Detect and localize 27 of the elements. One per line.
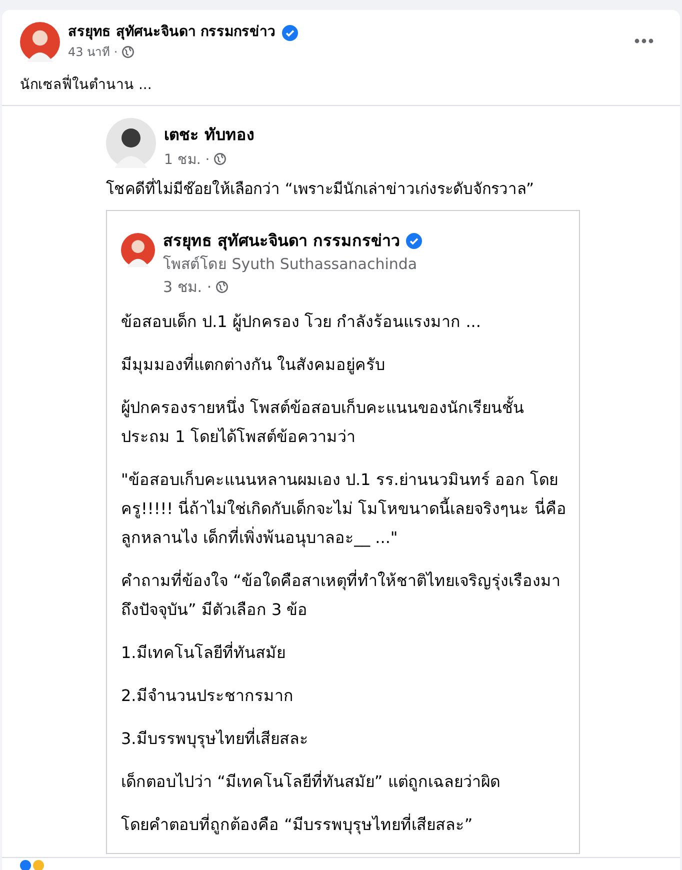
globe-icon [216, 281, 228, 293]
avatar [20, 22, 60, 62]
post-time[interactable]: 43 นาที · [68, 42, 118, 61]
author-name[interactable]: เตชะ ทับทอง [164, 122, 255, 148]
paragraph: เด็กตอบไปว่า “มีเทคโนโลยีที่ทันสมัย” แต่ถูกเฉลยว่าผิด [121, 770, 501, 794]
paragraph: โดยคำตอบที่ถูกต้องคือ “มีบรรพบุรุษไทยที่เสียสละ” [121, 812, 474, 836]
post-time[interactable]: 3 ชม. · [163, 275, 212, 299]
paragraph: มีมุมมองที่แตกต่างกัน ในสังคมอยู่ครับ [121, 352, 386, 376]
paragraph: 3.มีบรรพบุรุษไทยที่เสียสละ [121, 726, 310, 750]
avatar [106, 118, 156, 168]
paragraph: "ข้อสอบเก็บคะแนนหลานผมเอง ป.1 รร.ย่านนวมินทร์ ออก โดยครู!!!!! นี่ถ้าไม่ใช่เกิดกับเด็กจะไม่ โมโหขนาดนี้เลยจริงๆนะ นี่คือลูกหลานไง เด็กที่เพิ่งพ้นอนุบาลอะ__ ..." [121, 469, 568, 550]
author-name[interactable]: สรยุทธ สุทัศนะจินดา กรรมกรข่าว [163, 229, 400, 253]
like-reaction-icon [20, 860, 31, 870]
paragraph: คำถามที่ข้องใจ “ข้อใดคือสาเหตุที่ทำให้ชาติไทยเจริญรุ่งเรืองมาถึงปัจจุบัน” มีตัวเลือก 3 ข้อ [121, 568, 562, 622]
paragraph: ผู้ปกครองรายหนึ่ง โพสต์ข้อสอบเก็บคะแนนของนักเรียนชั้นประถม 1 โดยได้โพสต์ข้อความว่า [121, 395, 526, 448]
more-options-icon [634, 38, 654, 44]
globe-icon [214, 153, 226, 165]
globe-icon [122, 46, 134, 58]
post-time[interactable]: 1 ชม. · [164, 148, 210, 170]
avatar [121, 233, 155, 267]
paragraph: ข้อสอบเด็ก ป.1 ผู้ปกครอง โวย กำลังร้อนแรงมาก ... [121, 311, 482, 334]
paragraph: 1.มีเทคโนโลยีที่ทันสมัย [121, 640, 286, 664]
smile-reaction-icon [33, 860, 44, 870]
posted-by-text: โพสต์โดย Syuth Suthassanachinda [163, 254, 418, 275]
paragraph: 2.มีจำนวนประชากรมาก [121, 685, 294, 707]
post-text: โชคดีที่ไม่มีช๊อยให้เลือกว่า “เพราะมีนักเล่าข่าวเก่งระดับจักรวาล” [106, 177, 535, 200]
author-name[interactable]: สรยุทธ สุทัศนะจินดา กรรมกรข่าว [68, 23, 276, 42]
